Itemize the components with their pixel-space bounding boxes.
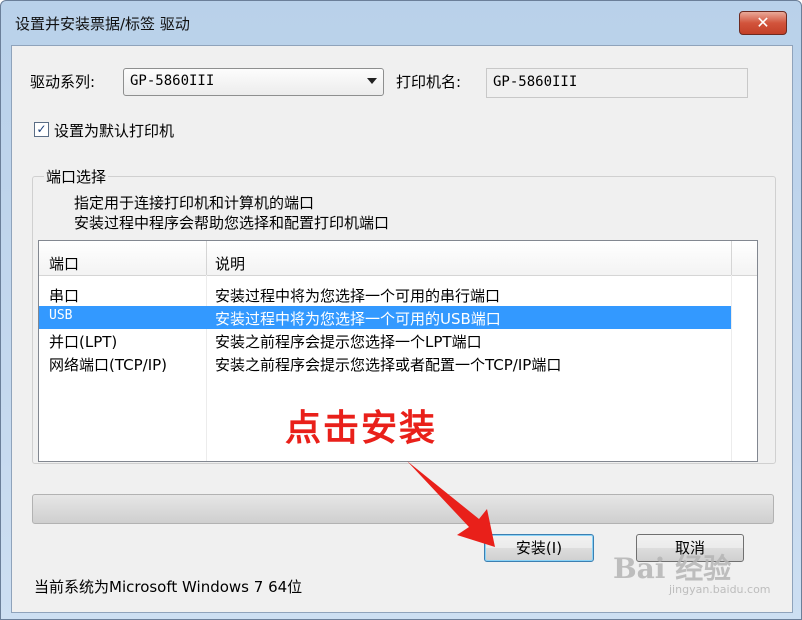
port-group-title: 端口选择 [44, 166, 109, 187]
default-printer-label[interactable]: 设置为默认打印机 [54, 120, 174, 141]
port-description: 安装之前程序会提示您选择或者配置一个TCP/IP端口 [215, 356, 562, 374]
port-description-line2: 安装过程中程序会帮助您选择和配置打印机端口 [74, 214, 390, 232]
port-name: 网络端口(TCP/IP) [49, 356, 168, 374]
port-row-usb[interactable]: USB 安装过程中将为您选择一个可用的USB端口 [39, 306, 731, 329]
dialog-window: 设置并安装票据/标签 驱动 ✕ 驱动系列: GP-5860III 打印机名: G… [0, 0, 802, 620]
annotation-label: 点击安装 [285, 408, 438, 449]
close-icon: ✕ [756, 13, 770, 32]
column-header-description[interactable]: 说明 [215, 253, 245, 274]
port-name: USB [49, 308, 73, 323]
status-text: 当前系统为Microsoft Windows 7 64位 [34, 578, 303, 596]
port-name: 并口(LPT) [49, 333, 118, 351]
list-header: 端口 说明 [39, 241, 757, 276]
port-row-lpt[interactable]: 并口(LPT) 安装之前程序会提示您选择一个LPT端口 [39, 329, 731, 352]
driver-series-label: 驱动系列: [30, 73, 96, 91]
printer-name-field[interactable]: GP-5860III [486, 68, 748, 98]
watermark: Bai 经验 jingyan.baidu.com [613, 547, 771, 596]
watermark-brand: Bai 经验 [613, 552, 732, 585]
printer-name-label: 打印机名: [396, 73, 462, 91]
close-button[interactable]: ✕ [739, 11, 787, 35]
port-description: 安装过程中将为您选择一个可用的串行端口 [215, 287, 501, 305]
window-title: 设置并安装票据/标签 驱动 [15, 15, 190, 33]
default-printer-checkbox[interactable]: ✓ [34, 122, 49, 137]
header-divider[interactable] [206, 241, 207, 275]
driver-series-dropdown[interactable]: GP-5860III [123, 68, 384, 96]
port-description: 安装之前程序会提示您选择一个LPT端口 [215, 333, 482, 351]
chevron-down-icon [367, 78, 377, 84]
watermark-url: jingyan.baidu.com [669, 583, 771, 596]
title-bar[interactable]: 设置并安装票据/标签 驱动 ✕ [1, 1, 801, 45]
header-divider[interactable] [731, 241, 732, 275]
printer-name-value: GP-5860III [493, 74, 578, 90]
checkmark-icon: ✓ [36, 122, 47, 136]
column-gridline [731, 275, 732, 461]
column-header-port[interactable]: 端口 [49, 253, 79, 274]
annotation-arrow-icon [407, 461, 495, 547]
port-description: 安装过程中将为您选择一个可用的USB端口 [215, 310, 501, 328]
port-row-network[interactable]: 网络端口(TCP/IP) 安装之前程序会提示您选择或者配置一个TCP/IP端口 [39, 352, 731, 375]
port-row-serial[interactable]: 串口 安装过程中将为您选择一个可用的串行端口 [39, 283, 731, 306]
port-description-line1: 指定用于连接打印机和计算机的端口 [74, 194, 315, 212]
port-name: 串口 [49, 287, 80, 305]
driver-series-value: GP-5860III [130, 73, 215, 89]
